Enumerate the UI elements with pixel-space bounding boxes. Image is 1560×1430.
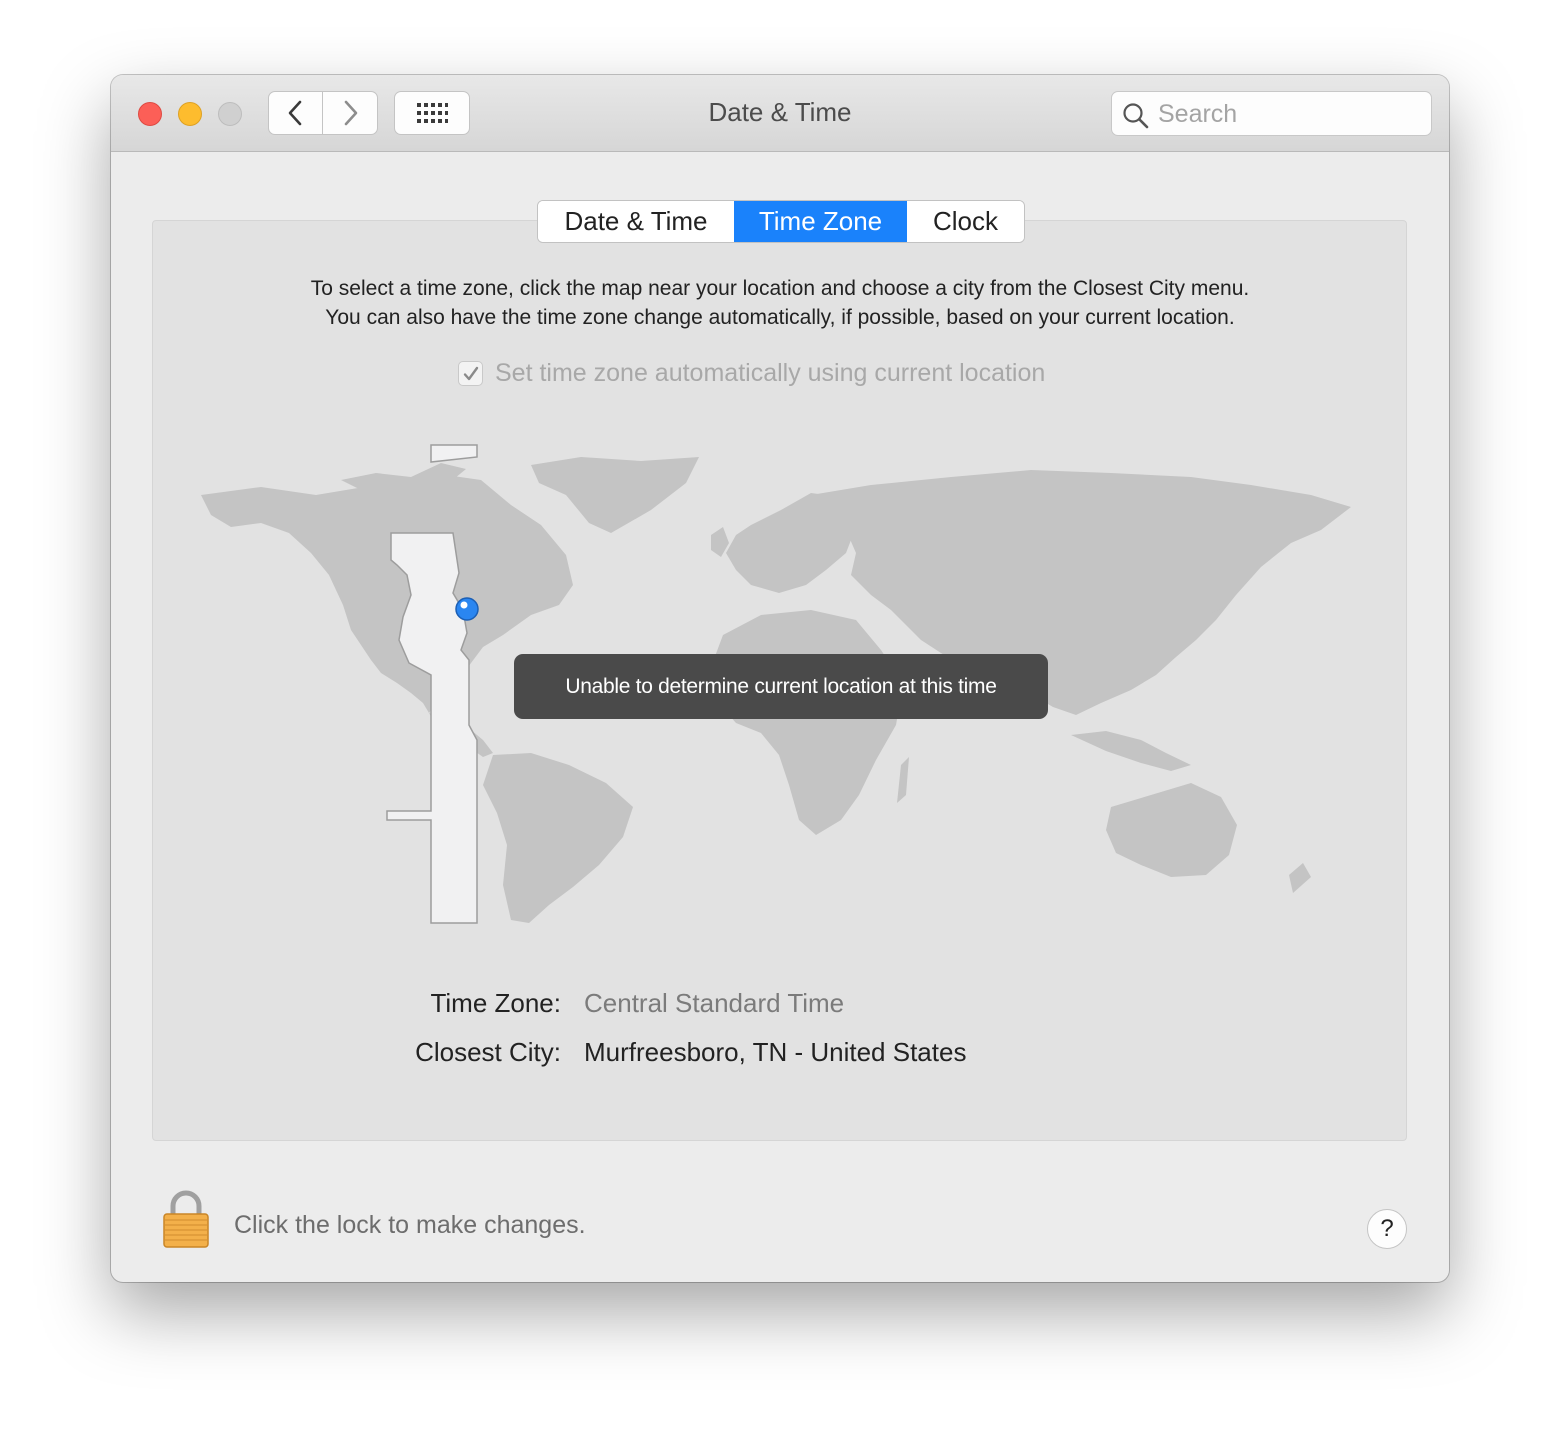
- tab-time-zone[interactable]: Time Zone: [734, 201, 907, 242]
- auto-timezone-checkbox[interactable]: [458, 361, 483, 386]
- timezone-value: Central Standard Time: [584, 988, 845, 1018]
- closest-city-label: Closest City:: [415, 1037, 561, 1067]
- south-america: [483, 753, 633, 923]
- madagascar: [897, 757, 909, 803]
- timezone-label: Time Zone:: [430, 988, 561, 1018]
- search-field[interactable]: Search: [1111, 91, 1432, 136]
- auto-timezone-label: Set time zone automatically using curren…: [495, 359, 1046, 387]
- help-button[interactable]: ?: [1367, 1209, 1407, 1249]
- tab-date-time[interactable]: Date & Time: [538, 201, 734, 242]
- australia: [1106, 783, 1237, 877]
- lock-icon[interactable]: [161, 1190, 211, 1250]
- preferences-window: Date & Time Search Date & Time Time Zone…: [111, 75, 1449, 1282]
- tab-bar: Date & Time Time Zone Clock: [537, 200, 1025, 243]
- timezone-row: Time Zone: Central Standard Time: [111, 988, 1449, 1024]
- instructions: To select a time zone, click the map nea…: [111, 274, 1449, 332]
- title-bar: Date & Time Search: [111, 75, 1449, 152]
- search-icon: [1123, 103, 1149, 129]
- africa: [711, 610, 903, 835]
- checkmark-icon: [463, 366, 478, 380]
- indonesia: [1071, 731, 1191, 771]
- lock-text: Click the lock to make changes.: [234, 1211, 586, 1239]
- instructions-line-2: You can also have the time zone change a…: [325, 306, 1235, 329]
- greenland: [531, 457, 699, 533]
- closest-city-row: Closest City: Murfreesboro, TN - United …: [111, 1037, 1449, 1073]
- new-zealand: [1289, 863, 1311, 893]
- location-error-toast: Unable to determine current location at …: [514, 654, 1048, 719]
- tab-clock[interactable]: Clock: [907, 201, 1024, 242]
- location-pin-icon: [455, 597, 479, 621]
- auto-timezone-row: Set time zone automatically using curren…: [458, 359, 1045, 388]
- search-placeholder: Search: [1158, 100, 1238, 128]
- instructions-line-1: To select a time zone, click the map nea…: [310, 277, 1250, 300]
- closest-city-popup[interactable]: Murfreesboro, TN - United States: [584, 1037, 966, 1068]
